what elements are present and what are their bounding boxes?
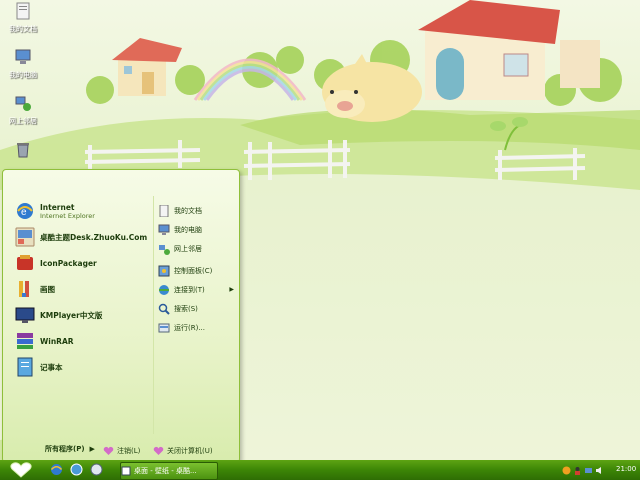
desktop-icon-label: 我的电脑 — [9, 71, 37, 79]
place-control-panel[interactable]: 控制面板(C) — [158, 262, 236, 279]
logoff-button[interactable]: 注销(L) — [103, 446, 140, 456]
qq-icon[interactable] — [562, 466, 571, 475]
place-run[interactable]: 运行(R)... — [158, 319, 236, 336]
network-places-icon — [159, 244, 170, 255]
program-name: 画图 — [40, 284, 55, 294]
my-documents-icon — [16, 2, 30, 20]
run-icon — [158, 323, 170, 332]
volume-icon[interactable] — [595, 466, 604, 475]
program-paint[interactable]: 画图 — [15, 278, 55, 300]
program-zhuoku[interactable]: 桌酷主题Desk.ZhuoKu.Com — [15, 226, 147, 248]
iconpackager-icon — [17, 255, 33, 270]
paint-icon — [19, 281, 29, 297]
internet-explorer-icon: e — [17, 203, 33, 219]
program-name: Internet — [40, 202, 75, 212]
place-label: 我的文档 — [174, 206, 202, 215]
place-search[interactable]: 搜索(S) — [158, 300, 236, 317]
shutdown-label: 关闭计算机(U) — [167, 447, 213, 455]
program-iconpackager[interactable]: IconPackager — [15, 252, 97, 274]
place-label: 我的电脑 — [174, 225, 202, 234]
desktop-icon-my-documents[interactable]: 我的文档 — [2, 2, 44, 34]
desktop-icon-network-places[interactable]: 网上邻居 — [2, 94, 44, 126]
program-name: 记事本 — [40, 362, 63, 372]
browser-icon[interactable] — [90, 463, 103, 476]
place-label: 运行(R)... — [174, 323, 206, 332]
program-notepad[interactable]: 记事本 — [15, 356, 63, 378]
program-internet-explorer[interactable]: e Internet Internet Explorer — [15, 200, 95, 222]
place-label: 连接到(T) — [174, 285, 205, 294]
place-network[interactable]: 网上邻居 — [158, 240, 236, 257]
network-icon[interactable] — [584, 466, 593, 475]
recycle-bin-icon — [17, 143, 29, 158]
program-kmplayer[interactable]: KMPlayer中文版 — [15, 304, 102, 326]
program-name: KMPlayer中文版 — [40, 310, 103, 320]
place-connect-to[interactable]: 连接到(T) ▶ — [158, 281, 236, 298]
program-subtitle: Internet Explorer — [40, 211, 95, 220]
logoff-label: 注销(L) — [117, 447, 141, 455]
taskbar: 桌面 - 壁纸 - 桌酷... 21:00 — [0, 460, 640, 480]
place-my-computer[interactable]: 我的电脑 — [158, 221, 236, 238]
network-places-icon — [15, 96, 31, 111]
arrow-right-icon: ▶ — [229, 286, 234, 293]
start-menu: e Internet Internet Explorer 桌酷主题Desk.Zh… — [2, 169, 240, 463]
place-label: 网上邻居 — [174, 244, 202, 253]
program-name: IconPackager — [40, 258, 97, 268]
zhuoku-icon — [15, 227, 35, 247]
place-label: 控制面板(C) — [174, 266, 213, 275]
internet-explorer-icon[interactable] — [50, 463, 63, 476]
search-icon — [158, 303, 170, 315]
winrar-icon — [17, 333, 33, 349]
window-icon — [121, 466, 131, 476]
my-documents-icon — [159, 204, 169, 217]
my-computer-icon — [15, 49, 31, 64]
shutdown-button[interactable]: 关闭计算机(U) — [153, 446, 213, 456]
control-panel-icon — [158, 265, 170, 276]
notepad-icon — [17, 357, 33, 377]
program-winrar[interactable]: WinRAR — [15, 330, 74, 352]
desktop-icon-label: 网上邻居 — [9, 117, 37, 125]
start-menu-programs: e Internet Internet Explorer 桌酷主题Desk.Zh… — [7, 196, 149, 453]
desktop-icon-recycle-bin[interactable] — [2, 140, 44, 162]
start-menu-footer: 注销(L) 关闭计算机(U) — [3, 442, 239, 462]
place-my-documents[interactable]: 我的文档 — [158, 202, 236, 219]
connect-to-icon — [159, 284, 169, 295]
start-button[interactable] — [6, 461, 36, 479]
svg-text:e: e — [21, 207, 27, 218]
start-menu-places: 我的文档 我的电脑 网上邻居 控制面板(C) 连接到(T) ▶ 搜索(S) 运行… — [153, 196, 238, 434]
kmplayer-icon — [15, 307, 35, 323]
user-icon[interactable] — [573, 466, 582, 475]
taskbar-window-button[interactable]: 桌面 - 壁纸 - 桌酷... — [120, 462, 218, 480]
place-label: 搜索(S) — [174, 304, 198, 313]
taskbar-window-label: 桌面 - 壁纸 - 桌酷... — [134, 467, 197, 475]
program-name: WinRAR — [40, 336, 74, 346]
desktop-icon-my-computer[interactable]: 我的电脑 — [2, 48, 44, 80]
heart-icon — [103, 446, 114, 455]
my-computer-icon — [158, 224, 170, 235]
globe-icon[interactable] — [70, 463, 83, 476]
heart-icon — [153, 446, 164, 455]
desktop-icon-label: 我的文档 — [9, 25, 37, 33]
clock[interactable]: 21:00 — [616, 465, 636, 473]
program-name: 桌酷主题Desk.ZhuoKu.Com — [40, 232, 148, 242]
